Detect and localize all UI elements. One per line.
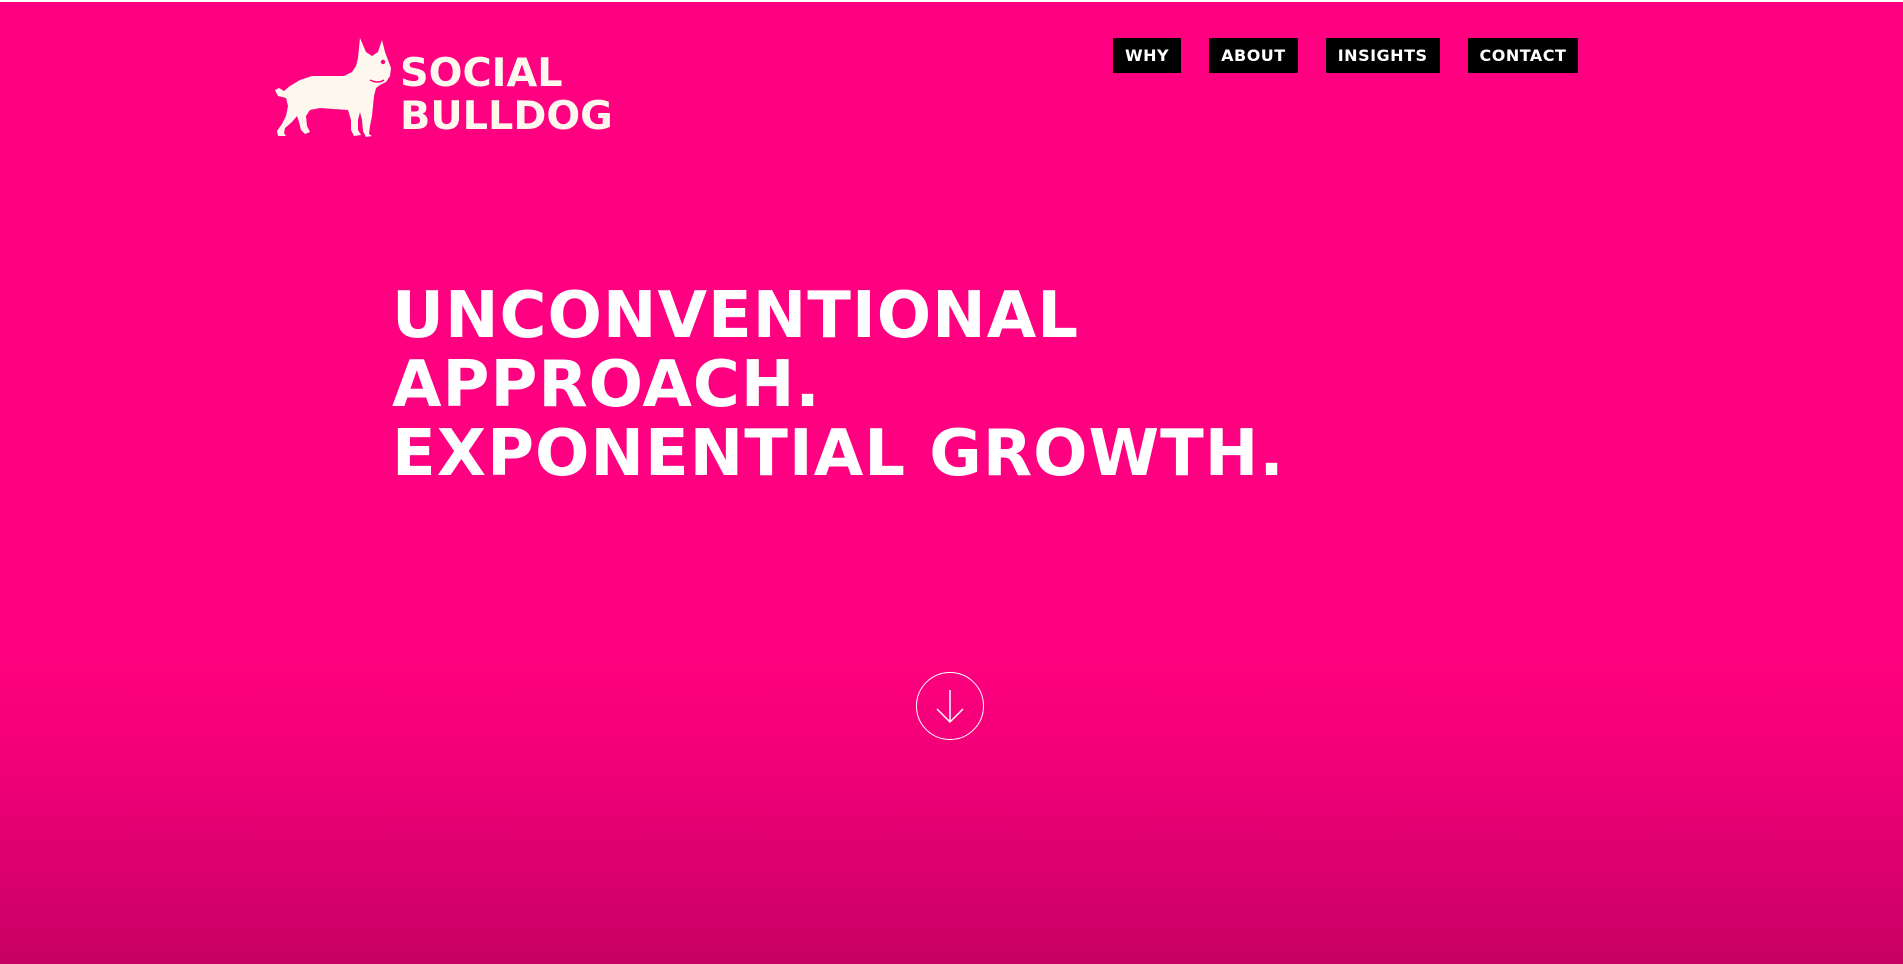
hero-headline: UNCONVENTIONAL APPROACH. EXPONENTIAL GRO… (392, 282, 1285, 489)
top-border (0, 0, 1903, 2)
main-nav: WHY ABOUT INSIGHTS CONTACT (1113, 38, 1579, 73)
brand-line-1: SOCIAL (400, 51, 563, 96)
nav-item-contact[interactable]: CONTACT (1467, 38, 1579, 73)
scroll-down-button[interactable] (916, 672, 984, 740)
brand-line-2: BULLDOG (400, 94, 613, 139)
nav-item-why[interactable]: WHY (1113, 38, 1182, 73)
hero-line-3: EXPONENTIAL GROWTH. (392, 417, 1285, 491)
brand-name: SOCIAL BULLDOG (400, 52, 613, 138)
nav-item-insights[interactable]: INSIGHTS (1325, 38, 1440, 73)
hero-line-1: UNCONVENTIONAL (392, 279, 1080, 353)
nav-item-about[interactable]: ABOUT (1209, 38, 1298, 73)
hero-line-2: APPROACH. (392, 348, 821, 422)
brand-logo[interactable]: SOCIAL BULLDOG (272, 36, 613, 140)
bulldog-silhouette-icon (275, 38, 391, 137)
arrow-down-icon (936, 690, 964, 724)
